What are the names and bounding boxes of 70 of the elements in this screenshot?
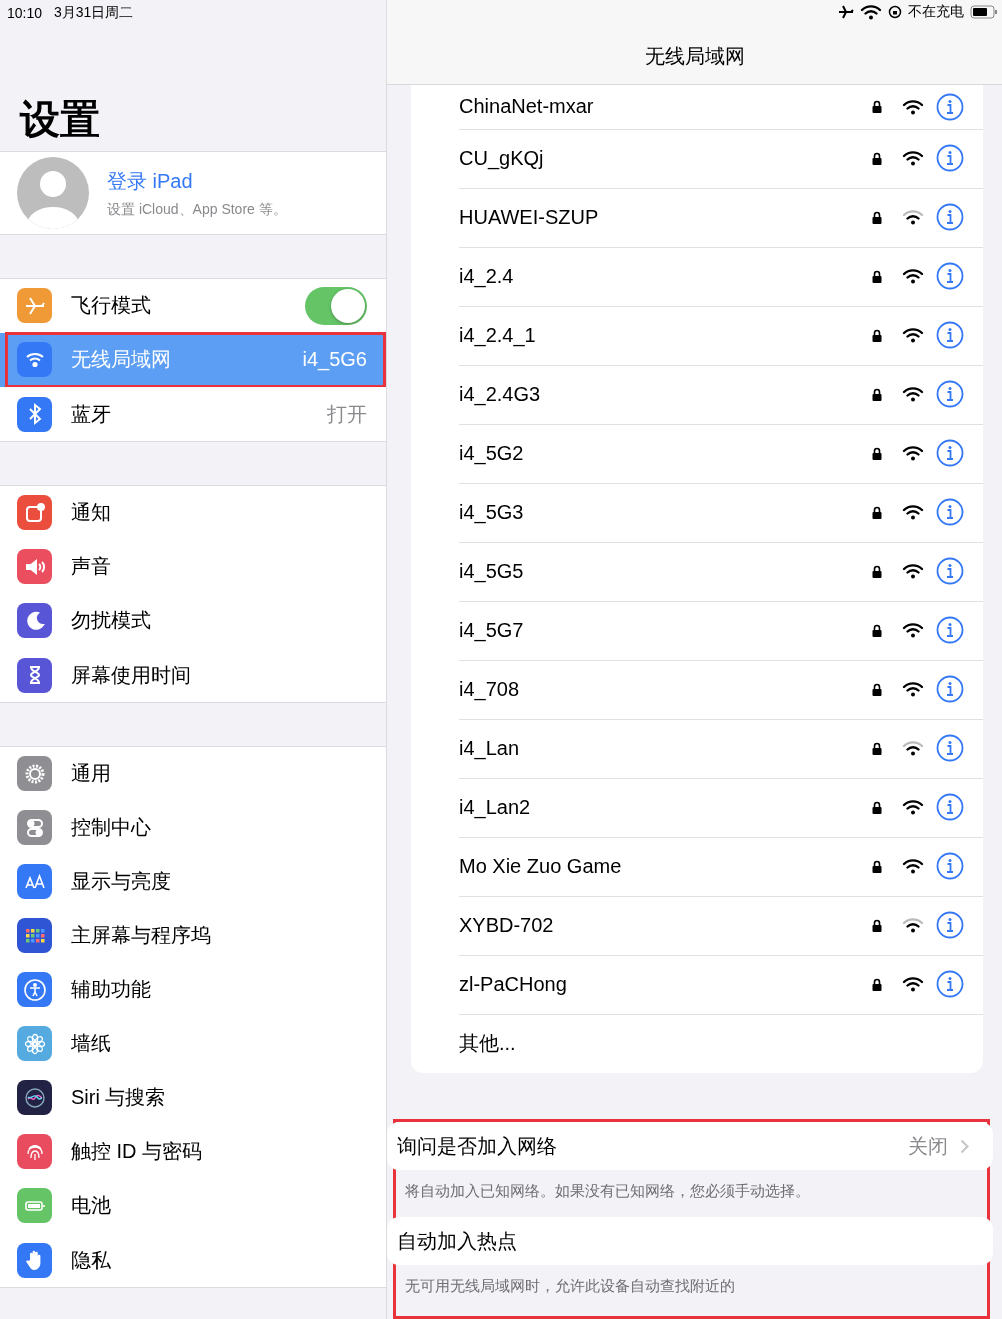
network-row[interactable]: i4_708	[411, 660, 983, 719]
sign-in-link[interactable]: 登录 iPad	[107, 167, 287, 195]
network-row[interactable]: i4_2.4	[411, 247, 983, 306]
info-icon[interactable]	[936, 734, 964, 762]
info-icon[interactable]	[936, 675, 964, 703]
info-icon[interactable]	[936, 380, 964, 408]
info-icon[interactable]	[936, 92, 964, 121]
rotation-lock-icon	[888, 5, 902, 19]
footer-note: 无可用无线局域网时，允许此设备自动查找附近的	[404, 1276, 736, 1296]
other-network-row[interactable]: 其他...	[411, 1014, 983, 1073]
network-row[interactable]: CU_gKQj	[411, 129, 983, 188]
network-row[interactable]: ChinaNet-mxar	[411, 85, 983, 129]
account-card[interactable]: 登录 iPad 设置 iCloud、App Store 等。	[0, 151, 386, 235]
setting-value: i4_5G6	[302, 348, 367, 371]
hand-icon	[17, 1242, 52, 1278]
textsize-icon	[17, 864, 52, 899]
page-title: 设置	[18, 96, 101, 143]
info-icon[interactable]	[936, 911, 964, 939]
info-icon[interactable]	[936, 557, 964, 585]
info-icon[interactable]	[936, 852, 964, 880]
battery-icon	[970, 5, 998, 19]
wifi-signal-icon	[860, 4, 882, 20]
status-time: 10:10	[7, 4, 43, 21]
airplane-icon	[838, 5, 854, 19]
switches-icon	[17, 810, 52, 845]
network-row[interactable]: HUAWEI-SZUP	[411, 188, 983, 247]
network-row[interactable]: i4_Lan2	[411, 778, 983, 837]
info-icon[interactable]	[936, 616, 964, 644]
sound-icon	[17, 549, 52, 584]
network-row[interactable]: i4_5G5	[411, 542, 983, 601]
account-subtitle: 设置 iCloud、App Store 等。	[107, 200, 287, 219]
network-row[interactable]: i4_2.4_1	[411, 306, 983, 365]
network-row[interactable]: i4_5G3	[411, 483, 983, 542]
fingerprint-icon	[17, 1134, 52, 1169]
footer-note: 将自动加入已知网络。如果没有已知网络，您必须手动选择。	[404, 1181, 811, 1201]
notifications-icon	[17, 495, 52, 530]
grid-icon	[17, 918, 52, 953]
battery-icon	[17, 1188, 52, 1223]
info-icon[interactable]	[936, 439, 964, 467]
network-row[interactable]: XYBD-702	[411, 896, 983, 955]
toggle-switch[interactable]	[305, 286, 367, 325]
siri-icon	[17, 1080, 52, 1115]
network-row[interactable]: Mo Xie Zuo Game	[411, 837, 983, 896]
gear-icon	[17, 756, 52, 791]
setting-row[interactable]: 自动加入热点	[387, 1217, 993, 1265]
chevron-right-icon	[960, 1138, 969, 1154]
network-row[interactable]: i4_2.4G3	[411, 365, 983, 424]
flower-icon	[17, 1026, 52, 1061]
status-date: 3月31日周二	[54, 3, 134, 22]
accessibility-icon	[17, 972, 52, 1007]
setting-value: 打开	[327, 401, 367, 427]
airplane-icon	[17, 288, 52, 323]
hourglass-icon	[17, 657, 52, 693]
wifi-icon	[17, 342, 52, 377]
info-icon[interactable]	[936, 793, 964, 821]
info-icon[interactable]	[936, 970, 964, 998]
moon-icon	[17, 603, 52, 638]
info-icon[interactable]	[936, 262, 964, 290]
network-row[interactable]: i4_5G2	[411, 424, 983, 483]
bluetooth-icon	[17, 396, 52, 432]
info-icon[interactable]	[936, 498, 964, 526]
setting-row[interactable]: 询问是否加入网络 关闭	[387, 1122, 993, 1170]
charging-status: 不在充电	[908, 3, 964, 21]
network-row[interactable]: zl-PaCHong	[411, 955, 983, 1014]
network-row[interactable]: i4_5G7	[411, 601, 983, 660]
info-icon[interactable]	[936, 144, 964, 172]
setting-value: 关闭	[908, 1133, 948, 1159]
info-icon[interactable]	[936, 203, 964, 231]
info-icon[interactable]	[936, 321, 964, 349]
network-row[interactable]: i4_Lan	[411, 719, 983, 778]
